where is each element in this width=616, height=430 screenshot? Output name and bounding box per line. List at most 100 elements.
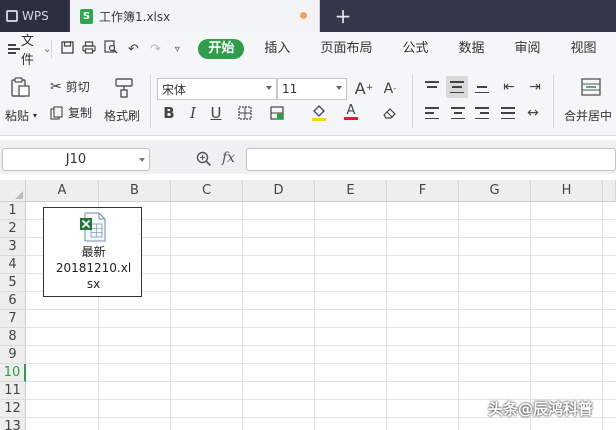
bold-button[interactable]: B <box>160 104 178 122</box>
column-header[interactable]: B <box>99 180 171 202</box>
font-name-select[interactable]: 宋体 <box>157 78 277 100</box>
column-header[interactable]: C <box>171 180 243 202</box>
borders-icon[interactable] <box>236 104 254 122</box>
row-header[interactable]: 6 <box>0 292 26 310</box>
formula-bar: J10 fx <box>0 140 616 174</box>
save-icon[interactable] <box>60 40 74 58</box>
row-header[interactable]: 5 <box>0 274 26 292</box>
formula-input[interactable] <box>246 148 616 171</box>
undo-icon[interactable]: ↶ <box>126 42 140 57</box>
ribbon-divider <box>412 74 413 128</box>
copy-label: 复制 <box>68 106 93 120</box>
grid-line <box>26 381 616 382</box>
row-header[interactable]: 13 <box>0 418 26 430</box>
align-left-icon[interactable] <box>423 104 441 122</box>
align-top-icon[interactable] <box>423 78 441 96</box>
unsaved-dot-icon <box>300 12 307 19</box>
column-header[interactable]: E <box>315 180 387 202</box>
tab-review[interactable]: 审阅 <box>504 39 550 59</box>
tab-page-layout[interactable]: 页面布局 <box>310 39 382 59</box>
format-painter-button[interactable]: 格式刷 <box>104 107 140 124</box>
wps-home-tab[interactable]: WPS <box>0 0 68 32</box>
cut-label: 剪切 <box>65 80 90 94</box>
select-all-corner[interactable] <box>0 180 26 202</box>
paste-icon[interactable] <box>9 76 31 98</box>
row-header[interactable]: 4 <box>0 256 26 274</box>
embedded-file-label-line2: sx <box>86 277 101 291</box>
tab-formulas[interactable]: 公式 <box>392 39 438 59</box>
row-header[interactable]: 2 <box>0 220 26 238</box>
row-header[interactable]: 3 <box>0 238 26 256</box>
row-header[interactable]: 11 <box>0 382 26 400</box>
paste-dropdown-icon: ▾ <box>33 111 38 120</box>
distribute-icon[interactable]: ↔ <box>524 104 542 122</box>
menu-bar: 文件 ⌄ ↶ ↷ ▿ 开始 插入 页面布局 公式 数据 审阅 视图 <box>0 30 616 68</box>
align-center-icon[interactable] <box>449 104 467 122</box>
fill-color-icon[interactable] <box>310 103 328 121</box>
row-header[interactable]: 7 <box>0 310 26 328</box>
justify-icon[interactable] <box>499 104 517 122</box>
column-header[interactable]: D <box>243 180 315 202</box>
chevron-down-icon <box>266 86 272 90</box>
tab-home[interactable]: 开始 <box>198 39 245 59</box>
decrease-indent-icon[interactable]: ⇤ <box>500 78 518 96</box>
hamburger-icon <box>8 44 20 54</box>
paste-label: 粘贴 <box>5 109 30 123</box>
document-tab[interactable]: S 工作簿1.xlsx <box>70 0 320 32</box>
redo-icon[interactable]: ↷ <box>148 42 162 57</box>
spreadsheet-icon: S <box>80 8 93 24</box>
cell-style-icon[interactable] <box>268 104 286 122</box>
font-color-swatch <box>344 117 358 120</box>
new-tab-button[interactable]: + <box>332 4 354 28</box>
cut-button[interactable]: ✂ 剪切 <box>50 78 90 95</box>
merge-center-icon[interactable] <box>580 76 602 98</box>
document-tab-label: 工作簿1.xlsx <box>99 9 171 24</box>
font-color-button[interactable]: A <box>342 103 360 121</box>
align-middle-icon[interactable] <box>446 76 468 98</box>
grid-line <box>26 327 616 328</box>
column-header[interactable]: G <box>459 180 531 202</box>
column-header[interactable]: A <box>26 180 99 202</box>
row-header[interactable]: 10 <box>0 364 26 382</box>
watermark-text: 头条@辰鸿科普 <box>488 400 594 418</box>
customize-toolbar-icon[interactable]: ▿ <box>170 44 184 55</box>
clear-format-icon[interactable] <box>380 104 398 122</box>
row-header[interactable]: 12 <box>0 400 26 418</box>
insert-function-button[interactable]: fx <box>222 150 235 166</box>
format-painter-icon[interactable] <box>113 76 135 98</box>
row-header[interactable]: 9 <box>0 346 26 364</box>
ribbon-home: 粘贴 ▾ ✂ 剪切 复制 格式刷 宋体 11 A + A- B I U A ⇤ … <box>0 66 616 136</box>
ribbon-divider <box>553 74 554 128</box>
column-header[interactable]: H <box>531 180 603 202</box>
align-bottom-icon[interactable] <box>473 78 491 96</box>
file-menu-button[interactable]: 文件 ⌄ <box>0 30 51 68</box>
row-header[interactable]: 1 <box>0 202 26 220</box>
zoom-search-icon[interactable] <box>196 151 212 171</box>
tab-data[interactable]: 数据 <box>448 39 494 59</box>
row-header[interactable]: 8 <box>0 328 26 346</box>
align-right-icon[interactable] <box>473 104 491 122</box>
tab-insert[interactable]: 插入 <box>254 39 300 59</box>
chevron-down-icon: ⌄ <box>43 43 52 55</box>
grid-line <box>26 309 616 310</box>
file-menu-label: 文件 <box>20 34 34 68</box>
column-header[interactable]: F <box>387 180 459 202</box>
print-preview-icon[interactable] <box>104 40 118 58</box>
column-header[interactable] <box>603 180 616 202</box>
decrease-font-size-icon[interactable]: A- <box>380 80 400 98</box>
tab-view[interactable]: 视图 <box>561 39 607 59</box>
name-box[interactable]: J10 <box>2 148 150 171</box>
name-box-value: J10 <box>65 152 87 167</box>
title-bar: WPS S 工作簿1.xlsx + <box>0 0 616 32</box>
copy-button[interactable]: 复制 <box>50 104 92 121</box>
merge-center-button[interactable]: 合并居中 <box>564 107 612 124</box>
italic-button[interactable]: I <box>184 104 202 122</box>
increase-font-size-icon[interactable]: A + <box>353 79 375 98</box>
quick-access-toolbar: ↶ ↷ ▿ <box>51 40 192 58</box>
embedded-file-object[interactable]: 最新20181210.xl sx <box>43 207 142 297</box>
paste-button[interactable]: 粘贴 ▾ <box>5 107 37 124</box>
underline-button[interactable]: U <box>207 104 225 122</box>
font-size-select[interactable]: 11 <box>277 78 347 100</box>
print-icon[interactable] <box>82 40 97 58</box>
increase-indent-icon[interactable]: ⇥ <box>526 78 544 96</box>
